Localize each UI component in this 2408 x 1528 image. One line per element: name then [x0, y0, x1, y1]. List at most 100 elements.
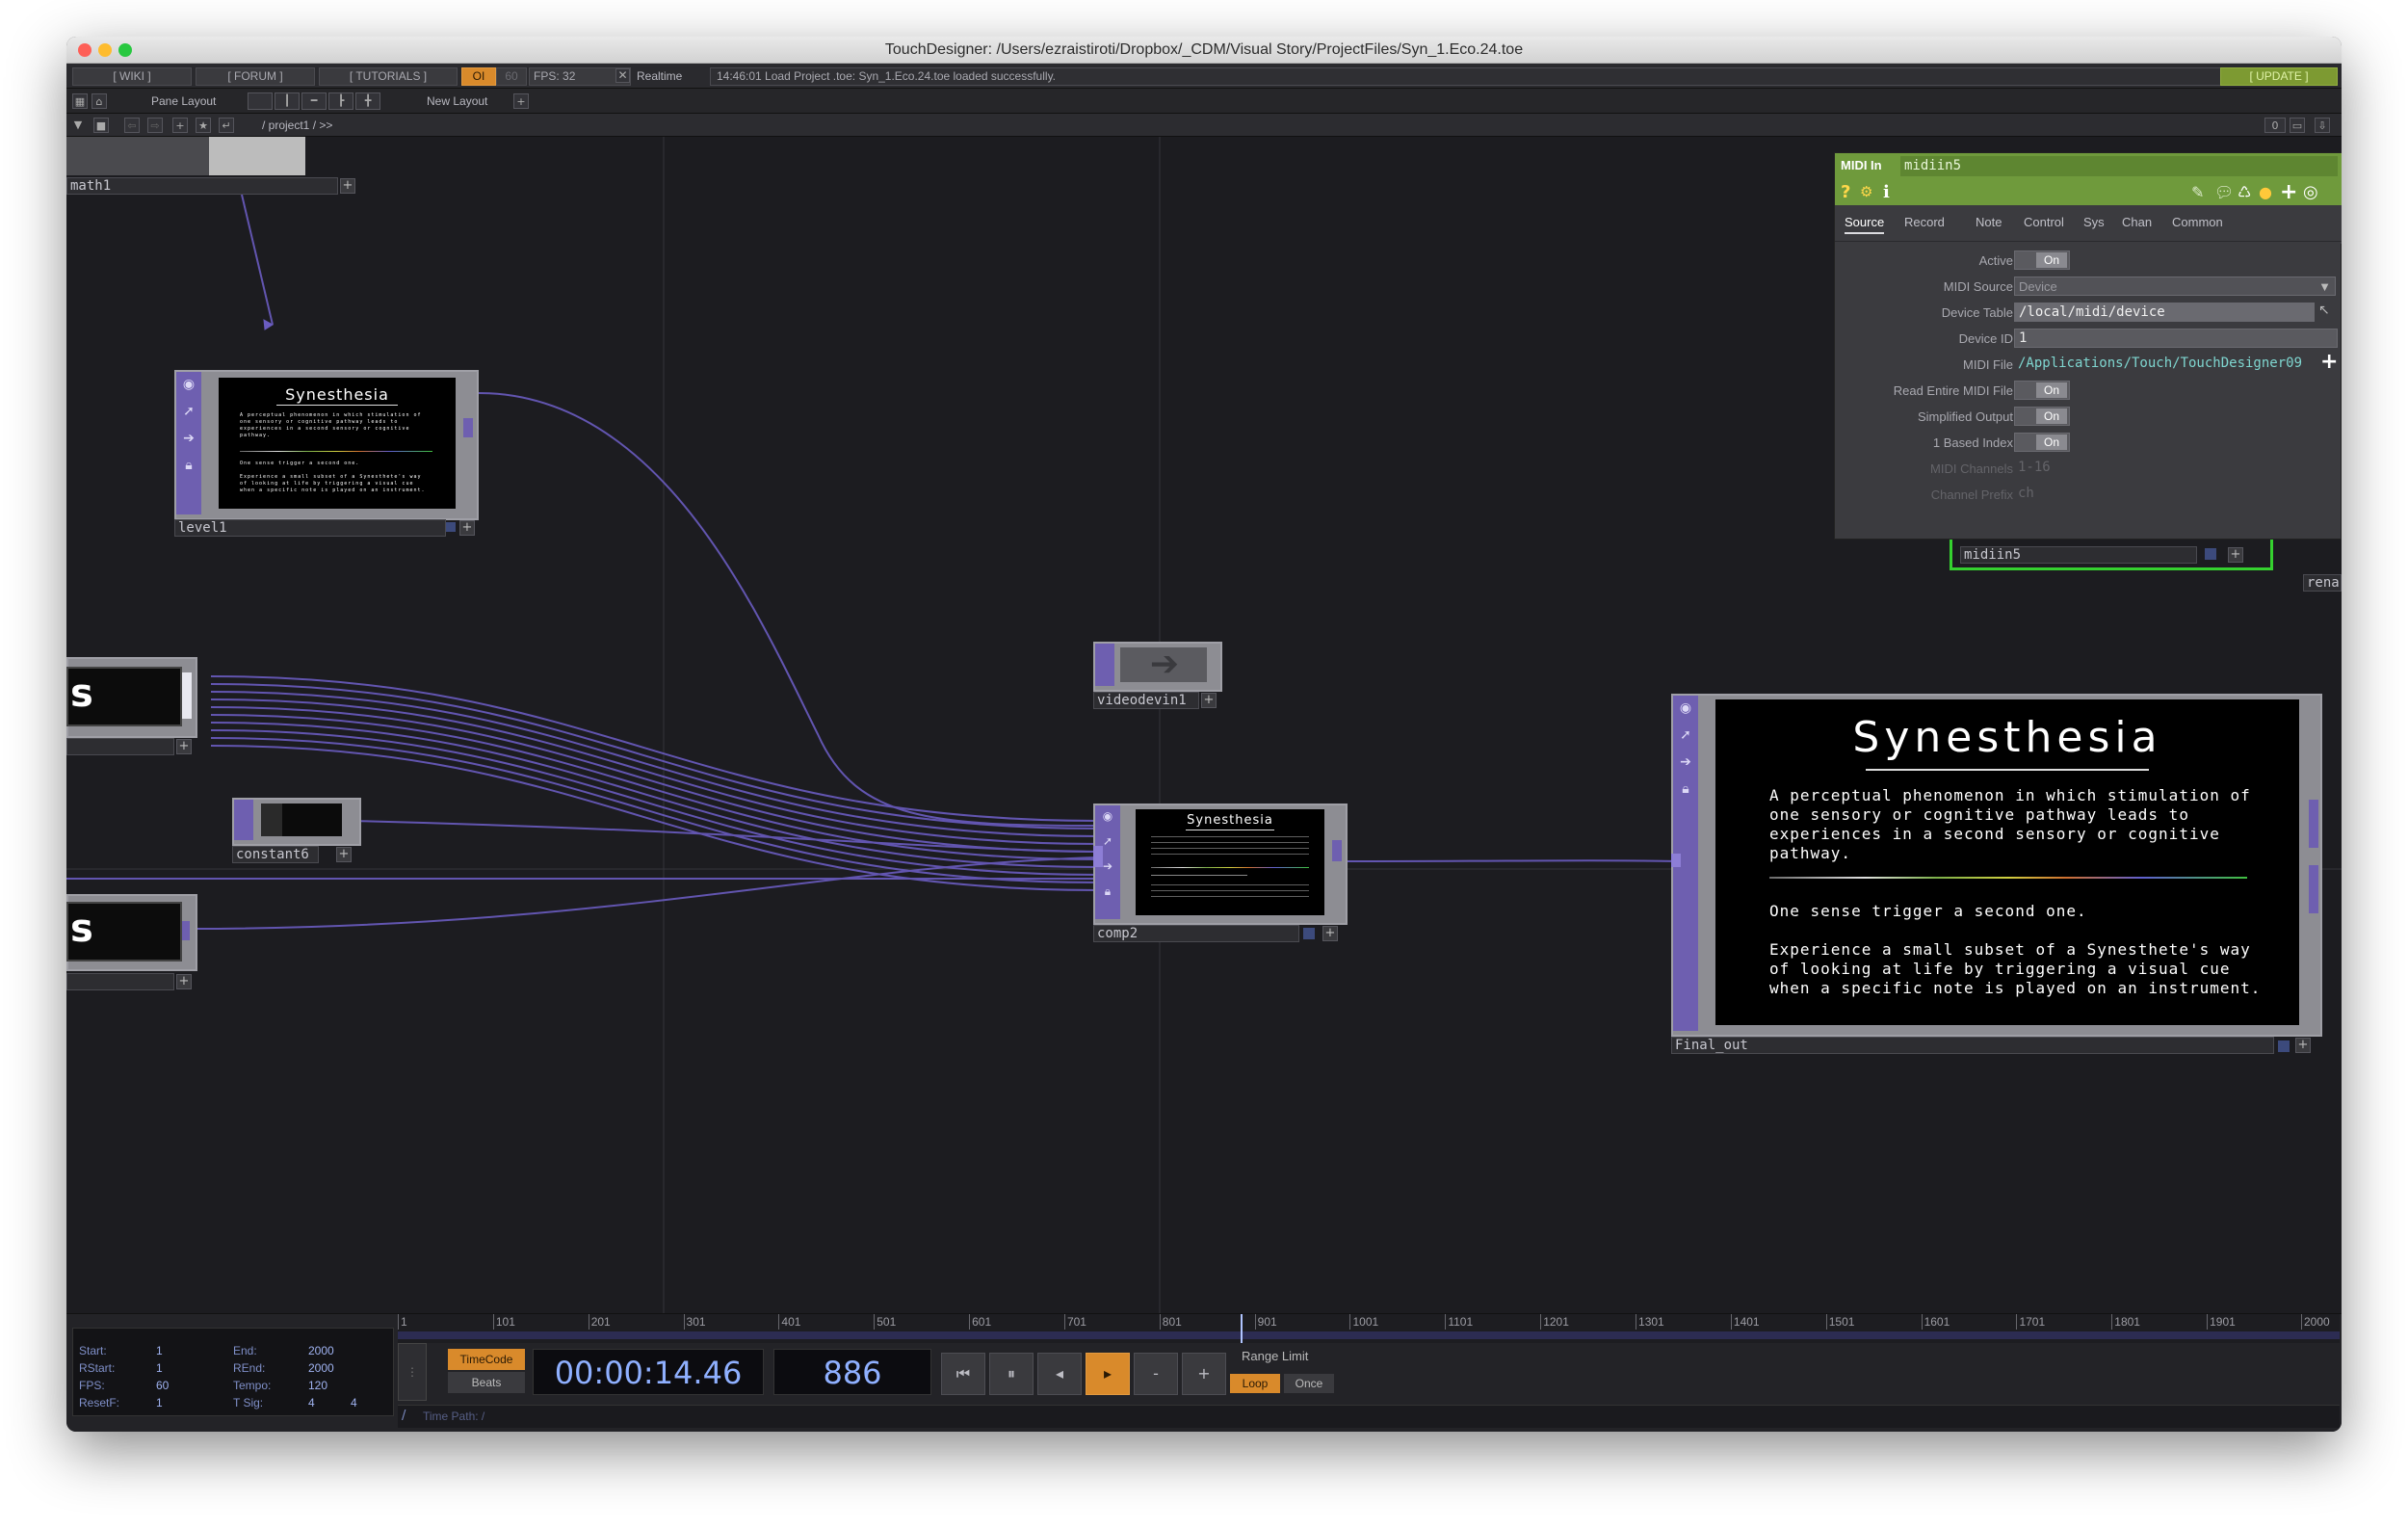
add-icon[interactable]: +	[172, 118, 188, 133]
timeline-playhead[interactable]	[1240, 1314, 1243, 1343]
viewer-active-icon[interactable]: ◉	[180, 376, 197, 393]
add-file-icon[interactable]: +	[2320, 350, 2338, 374]
star-icon[interactable]: ★	[196, 118, 211, 133]
end-value[interactable]: 2000	[308, 1344, 334, 1357]
math1-add-button[interactable]: +	[340, 178, 355, 194]
layout-single-icon[interactable]	[248, 92, 273, 110]
tab-chan[interactable]: Chan	[2122, 215, 2152, 229]
home-icon[interactable]: ⌂	[92, 93, 107, 109]
rewind-button[interactable]: ⏮	[941, 1353, 985, 1395]
stop-icon[interactable]: ■	[93, 118, 109, 133]
videodevin1-label[interactable]: videodevin1	[1093, 692, 1199, 709]
add-layout-button[interactable]: +	[513, 93, 529, 109]
param-one-based-toggle[interactable]: On	[2014, 433, 2070, 452]
forward-arrow-icon[interactable]: ⇨	[147, 118, 163, 133]
time-path-label[interactable]: Time Path: /	[423, 1409, 484, 1423]
pause-button[interactable]: ⏸	[989, 1353, 1034, 1395]
comp2-label[interactable]: comp2	[1093, 925, 1299, 942]
s-bottom-output-connector[interactable]	[182, 921, 190, 940]
param-active-toggle[interactable]: On	[2014, 250, 2070, 270]
comment-icon[interactable]: 💬︎	[2214, 183, 2234, 201]
node-comp2[interactable]: ◉ ➚ ➔ 🔒︎ Synesthesia comp2 +	[1093, 804, 1348, 948]
node-s-bottom[interactable]: s +	[66, 894, 201, 998]
python-icon[interactable]: ●	[2259, 183, 2272, 201]
network-path[interactable]: / project1 / >>	[262, 119, 332, 132]
new-layout-button[interactable]: New Layout	[427, 94, 487, 108]
tab-control[interactable]: Control	[2024, 215, 2064, 229]
node-math1[interactable]: math1 +	[66, 137, 365, 195]
tsig-value-b[interactable]: 4	[351, 1396, 357, 1409]
s-bottom-add-button[interactable]: +	[176, 974, 192, 989]
minus-button[interactable]: -	[1134, 1353, 1178, 1395]
resetf-value[interactable]: 1	[156, 1396, 163, 1409]
start-value[interactable]: 1	[156, 1344, 163, 1357]
param-simplified-toggle[interactable]: On	[2014, 407, 2070, 426]
param-device-id-field[interactable]: 1	[2014, 329, 2338, 348]
midiin5-label[interactable]: midiin5	[1960, 546, 2197, 564]
node-videodevin1[interactable]: ➔ videodevin1 +	[1093, 642, 1224, 719]
timeline-range-bar[interactable]	[398, 1331, 2340, 1339]
back-arrow-icon[interactable]: ⇦	[124, 118, 140, 133]
level1-add-button[interactable]: +	[459, 520, 475, 536]
layout-three-icon[interactable]: ┣	[328, 92, 353, 110]
edit-icon[interactable]: ✎	[2191, 183, 2204, 201]
comp2-input-connector[interactable]	[1093, 846, 1103, 867]
final-out-output-connector-2[interactable]	[2309, 865, 2318, 913]
fps-value[interactable]: 60	[156, 1379, 169, 1392]
rend-value[interactable]: 2000	[308, 1361, 334, 1375]
realtime-checkbox[interactable]: ✕	[615, 68, 630, 83]
midiin5-add-button[interactable]: +	[2228, 547, 2243, 563]
oi-button[interactable]: OI	[461, 67, 496, 86]
tempo-value[interactable]: 120	[308, 1379, 327, 1392]
videodevin1-add-button[interactable]: +	[1201, 693, 1217, 708]
timecode-button[interactable]: TimeCode	[448, 1349, 525, 1370]
layout-split-horizontal-icon[interactable]: ━	[301, 92, 327, 110]
rename-node-label[interactable]: rena	[2303, 574, 2342, 592]
s-top-output-connector[interactable]	[182, 672, 192, 719]
level1-label[interactable]: level1	[174, 519, 446, 537]
beats-button[interactable]: Beats	[448, 1372, 525, 1393]
final-out-add-button[interactable]: +	[2295, 1038, 2311, 1053]
comp2-output-connector[interactable]	[1332, 840, 1342, 861]
param-read-entire-toggle[interactable]: On	[2014, 381, 2070, 400]
tutorials-button[interactable]: [ TUTORIALS ]	[319, 67, 458, 86]
param-device-table-field[interactable]: /local/midi/device	[2014, 303, 2315, 322]
final-out-input-connector[interactable]	[1671, 854, 1681, 867]
add-icon[interactable]: +	[2280, 180, 2297, 204]
viewer-active-icon[interactable]: ◉	[1677, 699, 1694, 717]
forum-button[interactable]: [ FORUM ]	[196, 67, 315, 86]
constant6-add-button[interactable]: +	[336, 847, 352, 862]
frame-display[interactable]: 886	[773, 1349, 931, 1395]
layout-quad-icon[interactable]: ╋	[355, 92, 380, 110]
step-back-button[interactable]: ◂	[1037, 1353, 1082, 1395]
maximize-pane-icon[interactable]: ▭	[2290, 118, 2305, 133]
tab-sys[interactable]: Sys	[2083, 215, 2105, 229]
pane-menu-icon[interactable]: ⇩	[2315, 118, 2330, 133]
lock-icon[interactable]: 🔒︎	[1099, 883, 1116, 900]
s-bottom-label[interactable]	[66, 973, 174, 990]
node-final-out[interactable]: ◉ ➚ ➔ 🔒︎ Synesthesia A perceptual phenom…	[1671, 694, 2326, 1056]
python-help-icon[interactable]: ⚙	[1860, 183, 1872, 200]
math1-label[interactable]: math1	[66, 177, 338, 195]
viewer-active-icon[interactable]: ◉	[1099, 807, 1116, 825]
s-top-label[interactable]	[66, 738, 174, 755]
display-flag-icon[interactable]: ➔	[1677, 753, 1694, 771]
once-button[interactable]: Once	[1284, 1374, 1334, 1393]
tab-note[interactable]: Note	[1976, 215, 2002, 229]
constant6-label[interactable]: constant6	[232, 846, 319, 863]
arrow-pointer-icon[interactable]: ↖	[2318, 303, 2338, 322]
node-constant6[interactable]: constant6 +	[232, 798, 361, 875]
s-top-add-button[interactable]: +	[176, 739, 192, 754]
update-button[interactable]: [ UPDATE ]	[2220, 67, 2338, 86]
bypass-icon[interactable]: ➚	[1677, 726, 1694, 744]
node-level1[interactable]: ◉ ➚ ➔ 🔒︎ Synesthesia A perceptual phenom…	[174, 370, 484, 543]
tab-source[interactable]: Source	[1845, 215, 1885, 234]
bypass-icon[interactable]: ➚	[180, 403, 197, 420]
timecode-display[interactable]: 00:00:14.46	[533, 1349, 764, 1395]
network-view-icon[interactable]: ▦	[72, 93, 88, 109]
panel-op-name[interactable]: midiin5	[1900, 156, 2338, 176]
tab-record[interactable]: Record	[1904, 215, 1945, 229]
wiki-button[interactable]: [ WIKI ]	[72, 67, 192, 86]
play-button[interactable]: ▸	[1086, 1353, 1130, 1395]
rstart-value[interactable]: 1	[156, 1361, 163, 1375]
